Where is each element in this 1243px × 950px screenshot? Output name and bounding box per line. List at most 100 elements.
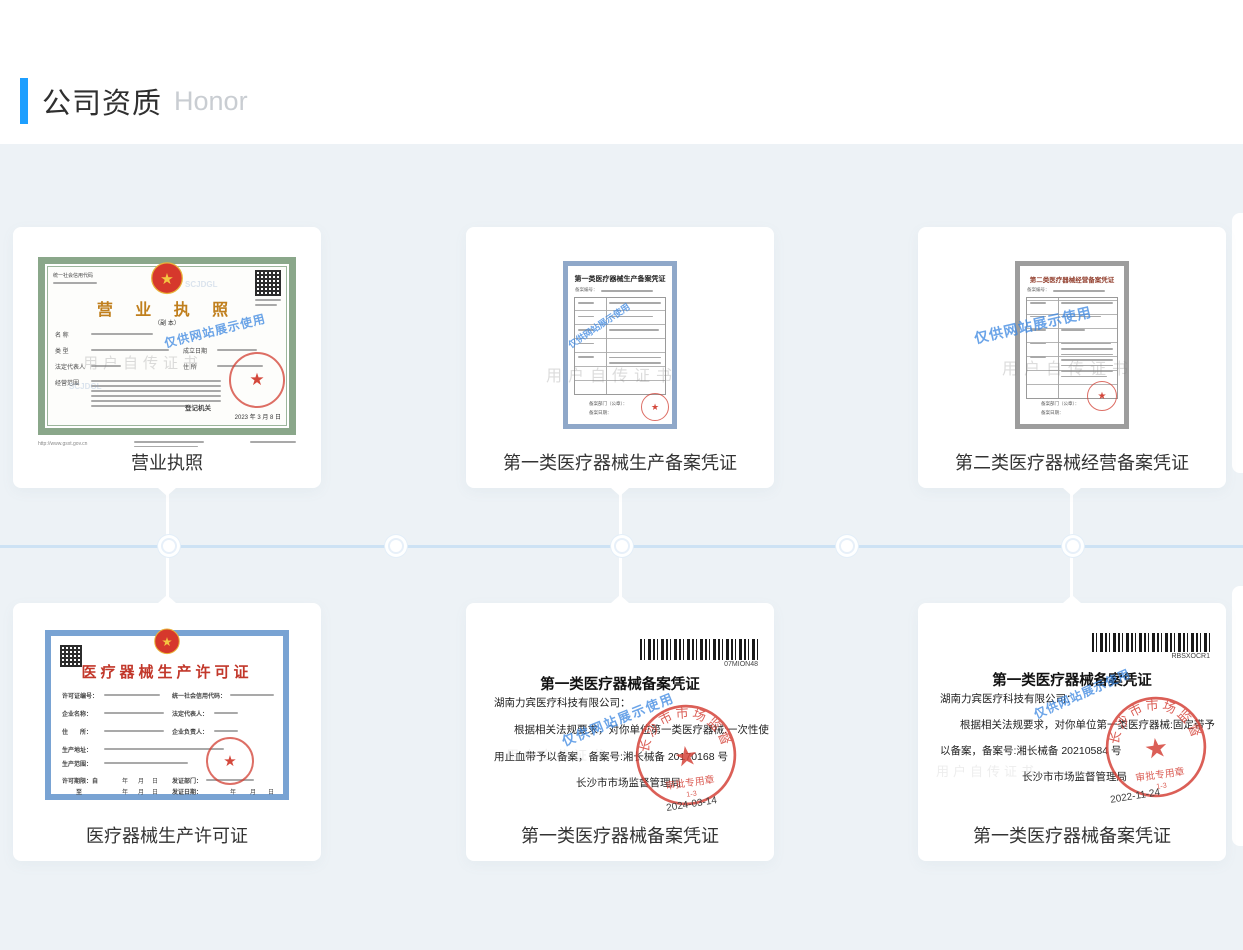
card-pointer: [611, 488, 629, 496]
date-label: 备案日期：: [589, 410, 612, 416]
redacted-text: [230, 694, 274, 696]
cert-card-class1-record-1[interactable]: 07MION48 第一类医疗器械备案凭证 湖南力宾医疗科技有限公司： 根据相关法…: [466, 603, 774, 861]
cert-card-business-license[interactable]: ★ 营 业 执 照 （副 本） 统一社会信用代码 名 称 类 型 法定代表人 成…: [13, 227, 321, 488]
red-seal: 长沙市市场监督管理局 ★ 审批专用章 1-3: [627, 696, 744, 813]
unit-year: 年: [122, 787, 128, 796]
field-label: 法定代表人：: [172, 709, 208, 718]
field-label: 类 型: [55, 346, 69, 355]
redacted-text: [104, 712, 164, 714]
card-pointer: [611, 595, 629, 603]
class2-operation-image: 第二类医疗器械经营备案凭证 备案编号：: [1015, 261, 1129, 429]
cert-card-class1-record-2[interactable]: RBSXOCR1 第一类医疗器械备案凭证 湖南力宾医疗科技有限公司： 根据相关法…: [918, 603, 1226, 861]
license-title: 医疗器械生产许可证: [50, 661, 284, 682]
red-seal: ★: [206, 737, 254, 785]
unit-year: 年: [122, 776, 128, 785]
credit-code-label: 统一社会信用代码: [53, 272, 93, 279]
redacted-text: [91, 349, 169, 351]
card-caption: 营业执照: [13, 449, 321, 475]
dept-label: 备案部门（公章）：: [1041, 401, 1079, 407]
field-label: 统一社会信用代码：: [172, 691, 226, 700]
production-license-image: ★ 医疗器械生产许可证 许可证编号： 统一社会信用代码： 企业名称： 法定代表人…: [45, 630, 289, 800]
page-subtitle: Honor: [174, 86, 248, 117]
watermark-code: SCJDGL: [69, 382, 101, 391]
barcode-code: RBSXOCR1: [1171, 653, 1210, 660]
next-card-peek: [1232, 213, 1243, 473]
field-label: 住 所：: [62, 727, 92, 736]
next-card-peek: [1232, 586, 1243, 846]
redacted-text: [601, 290, 653, 292]
red-seal: ★: [1087, 381, 1117, 411]
field-label: 企业名称：: [62, 709, 92, 718]
card-caption: 第一类医疗器械备案凭证: [918, 822, 1226, 848]
unit-month: 月: [250, 787, 256, 796]
national-emblem-icon: ★: [153, 627, 181, 657]
business-license-image: ★ 营 业 执 照 （副 本） 统一社会信用代码 名 称 类 型 法定代表人 成…: [38, 257, 296, 435]
timeline-node: [839, 538, 855, 554]
watermark-self-upload: 用户自传证书: [506, 745, 608, 764]
field-label: 生产范围：: [62, 759, 92, 768]
unit-day: 日: [268, 787, 274, 796]
cert-title: 第一类医疗器械生产备案凭证: [567, 274, 673, 284]
watermark-self-upload: 用户自传证书: [1002, 355, 1134, 379]
redacted-text: [214, 730, 238, 732]
cert-card-class2-operation[interactable]: 第二类医疗器械经营备案凭证 备案编号：: [918, 227, 1226, 488]
dept-label: 备案部门（公章）：: [589, 401, 627, 407]
redacted-text: [91, 333, 153, 335]
card-caption: 第二类医疗器械经营备案凭证: [918, 449, 1226, 475]
card-caption: 医疗器械生产许可证: [13, 822, 321, 848]
field-label: 生产地址：: [62, 745, 92, 754]
svg-text:★: ★: [162, 635, 173, 649]
redacted-text: [104, 762, 188, 764]
barcode: [1092, 633, 1210, 652]
doc-to-line: 湖南力宾医疗科技有限公司：: [494, 695, 631, 710]
svg-text:★: ★: [160, 271, 174, 288]
timeline-node: [388, 538, 404, 554]
red-seal: ★: [229, 352, 285, 408]
class1-production-image: 第一类医疗器械生产备案凭证 备案编号： 备案部门（公章）： 备案日期：: [563, 261, 677, 429]
barcode-code: 07MION48: [724, 661, 758, 668]
issuer-label: 发证部门：: [172, 776, 202, 785]
record-no-label: 备案编号：: [1027, 287, 1050, 293]
watermark-self-upload: 用户自传证书: [546, 362, 678, 386]
doc-title: 第一类医疗器械备案凭证: [918, 669, 1226, 690]
unit-day: 日: [152, 776, 158, 785]
date-label: 备案日期：: [1041, 410, 1064, 416]
issue-date-label: 发证日期：: [172, 787, 202, 796]
redacted-text: [104, 694, 160, 696]
redacted-text: [1053, 290, 1105, 292]
timeline-node: [614, 538, 630, 554]
cert-card-class1-production[interactable]: 第一类医疗器械生产备案凭证 备案编号： 备案部门（公章）： 备案日期：: [466, 227, 774, 488]
card-caption: 第一类医疗器械生产备案凭证: [466, 449, 774, 475]
card-caption: 第一类医疗器械备案凭证: [466, 822, 774, 848]
validity-from-label: 许可期限：自: [62, 776, 98, 785]
card-pointer: [158, 595, 176, 603]
page-title: 公司资质: [42, 80, 162, 122]
unit-month: 月: [138, 776, 144, 785]
field-label: 名 称: [55, 330, 69, 339]
cert-title: 第二类医疗器械经营备案凭证: [1019, 274, 1125, 284]
page-root: 公司资质 Honor ★ 营 业 执 照 （副 本） 统一社会信用代码 名 称: [0, 0, 1243, 950]
accent-bar: [20, 78, 28, 124]
watermark-code: SCJDGL: [185, 280, 217, 289]
national-emblem-icon: ★: [150, 260, 184, 298]
redacted-text: [214, 712, 238, 714]
field-label: 企业负责人：: [172, 727, 208, 736]
barcode: [640, 639, 758, 660]
field-label: 许可证编号：: [62, 691, 98, 700]
card-pointer: [158, 488, 176, 496]
redacted-text: [53, 282, 97, 284]
redacted-text: [104, 730, 164, 732]
unit-month: 月: [138, 787, 144, 796]
section-header: 公司资质 Honor: [20, 76, 248, 126]
field-label: 法定代表人: [55, 362, 85, 371]
redacted-text: [217, 349, 257, 351]
red-seal: ★: [641, 393, 669, 421]
registrar-label: 登记机关: [185, 402, 211, 412]
validity-to-label: 至: [76, 787, 82, 796]
cert-card-production-license[interactable]: ★ 医疗器械生产许可证 许可证编号： 统一社会信用代码： 企业名称： 法定代表人…: [13, 603, 321, 861]
timeline-node: [1065, 538, 1081, 554]
qr-code: [255, 270, 281, 296]
record-no-label: 备案编号：: [575, 287, 598, 293]
doc-title: 第一类医疗器械备案凭证: [466, 673, 774, 694]
unit-day: 日: [152, 787, 158, 796]
